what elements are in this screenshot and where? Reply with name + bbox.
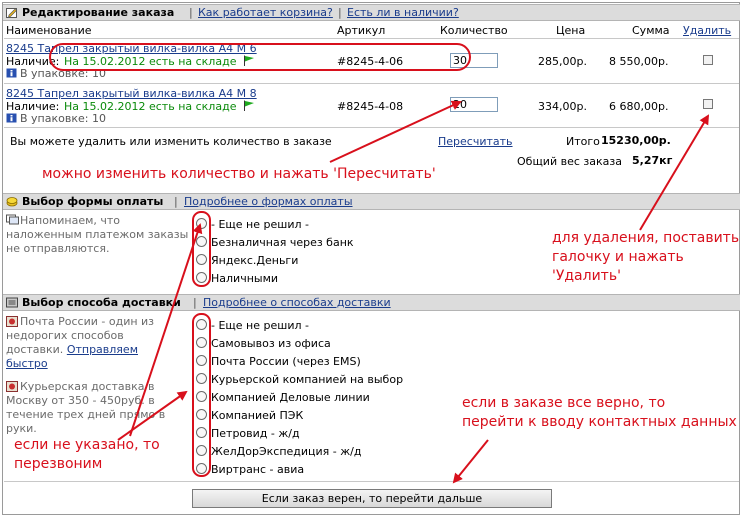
payment-radio[interactable] [196, 236, 207, 247]
flag-icon [244, 100, 254, 111]
col-name: Наименование [6, 24, 92, 37]
fast-shipping-link[interactable]: Отправляем [67, 343, 138, 356]
payment-note-icon [6, 214, 19, 225]
edit-icon [6, 8, 17, 18]
col-price: Цена [556, 24, 586, 37]
delivery-radio[interactable] [196, 463, 207, 474]
info-icon [6, 68, 17, 78]
item-name-link[interactable]: 8245 Тапрел закрытый вилка-вилка A4 M 6 [6, 42, 257, 55]
delivery-option-label: ЖелДорЭкспедиция - ж/д [211, 445, 362, 458]
payment-note: Напоминаем, что наложенным платежом зака… [6, 214, 189, 255]
item-name-link[interactable]: 8245 Тапрел закрытый вилка-вилка A4 M 8 [6, 87, 257, 100]
delivery-option-label: Курьерской компанией на выбор [211, 373, 404, 386]
weight-value: 5,27кг [632, 154, 673, 167]
coins-icon [6, 197, 18, 207]
item-price: 334,00р. [538, 100, 587, 113]
delivery-radio[interactable] [196, 409, 207, 420]
delivery-title: Выбор способа доставки [22, 296, 181, 309]
annotation-delete: для удаления, поставить галочку и нажать… [552, 230, 740, 284]
weight-label: Общий вес заказа [517, 155, 622, 168]
delivery-option-label: Компанией Деловые линии [211, 391, 370, 404]
payment-info-link[interactable]: Подробнее о формах оплаты [184, 195, 353, 208]
payment-radio[interactable] [196, 272, 207, 283]
item-article: #8245-4-06 [337, 55, 404, 68]
payment-radio[interactable] [196, 254, 207, 265]
item-price: 285,00р. [538, 55, 587, 68]
total-value: 15230,00р. [601, 134, 671, 147]
payment-option-label: Наличными [211, 272, 279, 285]
recalculate-link[interactable]: Пересчитать [438, 135, 513, 148]
in-stock-link[interactable]: Есть ли в наличии? [347, 6, 459, 19]
payment-title: Выбор формы оплаты [22, 195, 164, 208]
delivery-radio[interactable] [196, 373, 207, 384]
delivery-radio[interactable] [196, 427, 207, 438]
edit-note: Вы можете удалить или изменить количеств… [10, 135, 332, 148]
annotation-recalc: можно изменить количество и нажать 'Пере… [42, 166, 436, 182]
separator: | [338, 6, 342, 19]
divider [4, 127, 739, 128]
flag-icon [244, 55, 254, 66]
payment-option-label: - Еще не решил - [211, 218, 309, 231]
delivery-radio[interactable] [196, 445, 207, 456]
delivery-option-label: Почта России (через EMS) [211, 355, 361, 368]
proceed-button[interactable]: Если заказ верен, то перейти дальше [192, 489, 552, 508]
courier-stamp-icon [6, 381, 18, 392]
delivery-option-label: Компанией ПЭК [211, 409, 304, 422]
delete-checkbox[interactable] [703, 55, 713, 65]
delete-link[interactable]: Удалить [683, 24, 731, 37]
info-icon [6, 113, 17, 123]
pack-info: В упаковке: 10 [20, 112, 106, 125]
separator: | [189, 6, 193, 19]
how-basket-works-link[interactable]: Как работает корзина? [198, 6, 333, 19]
delivery-note-post: Почта России - один из недорогих способо… [6, 315, 155, 370]
payment-option-label: Яндекс.Деньги [211, 254, 299, 267]
divider [4, 481, 739, 482]
item-article: #8245-4-08 [337, 100, 404, 113]
col-sum: Сумма [632, 24, 670, 37]
delivery-section-header: Выбор способа доставки | Подробнее о спо… [3, 294, 740, 311]
delivery-radio[interactable] [196, 391, 207, 402]
delivery-option-label: Виртранс - авиа [211, 463, 305, 476]
delivery-radio[interactable] [196, 355, 207, 366]
separator: | [193, 296, 197, 309]
col-qty: Количество [440, 24, 508, 37]
delivery-option-label: - Еще не решил - [211, 319, 309, 332]
col-article: Артикул [337, 24, 386, 37]
delivery-note-courier: Курьерская доставка в Москву от 350 - 45… [6, 380, 166, 435]
annotation-callback: если не указано, то перезвоним [14, 437, 160, 472]
delete-checkbox[interactable] [703, 99, 713, 109]
annotation-proceed: если в заказе все верно, то перейти к вв… [462, 395, 737, 430]
separator: | [174, 195, 178, 208]
delivery-radio[interactable] [196, 337, 207, 348]
order-title: Редактирование заказа [22, 6, 175, 19]
package-icon [6, 297, 18, 308]
quantity-input[interactable] [450, 53, 498, 68]
delivery-option-label: Самовывоз из офиса [211, 337, 331, 350]
payment-radio[interactable] [196, 218, 207, 229]
mail-stamp-icon [6, 316, 18, 327]
item-sum: 6 680,00р. [609, 100, 669, 113]
delivery-radio[interactable] [196, 319, 207, 330]
divider [4, 38, 739, 39]
total-label: Итого [566, 135, 600, 148]
fast-shipping-link[interactable]: быстро [6, 357, 48, 370]
delivery-option-label: Петровид - ж/д [211, 427, 300, 440]
divider [4, 83, 739, 84]
payment-section-header: Выбор формы оплаты | Подробнее о формах … [3, 193, 740, 210]
payment-option-label: Безналичная через банк [211, 236, 354, 249]
item-sum: 8 550,00р. [609, 55, 669, 68]
order-section-header: Редактирование заказа | Как работает кор… [3, 4, 740, 21]
delivery-info-link[interactable]: Подробнее о способах доставки [203, 296, 391, 309]
pack-info: В упаковке: 10 [20, 67, 106, 80]
quantity-input[interactable] [450, 97, 498, 112]
